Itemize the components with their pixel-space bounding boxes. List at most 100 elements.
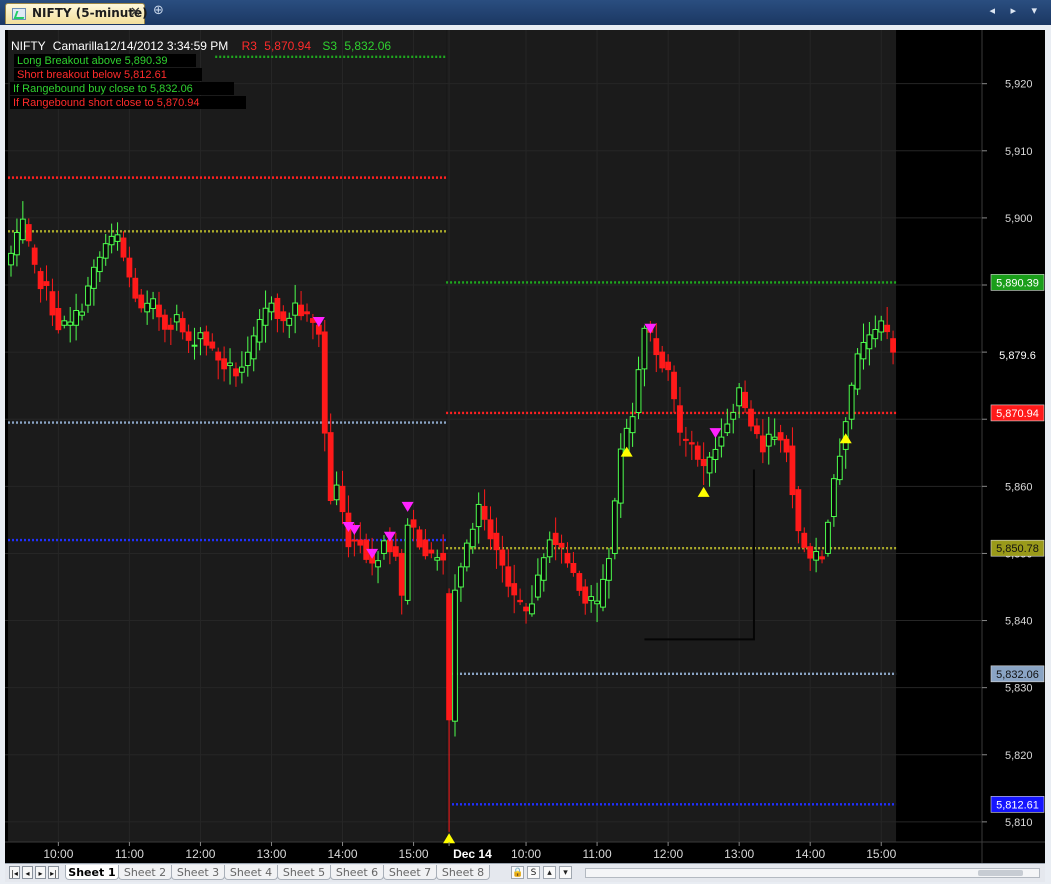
candle-body-38 — [233, 368, 239, 377]
candle-body-64 — [386, 539, 393, 553]
candle-body-81 — [487, 519, 494, 540]
candle-body-69 — [416, 529, 423, 548]
scrollbar-thumb[interactable] — [978, 870, 1023, 876]
sheet-tab-6[interactable]: Sheet 6 — [330, 865, 384, 880]
candle-body-55 — [333, 484, 340, 501]
legend-header: NIFTY Camarilla12/14/2012 3:34:59 PM R3 … — [11, 39, 391, 53]
x-tick-label-2: 12:00 — [185, 847, 215, 861]
candle-body-147 — [878, 320, 885, 333]
candle-body-23 — [144, 302, 151, 313]
tab-nifty-5min[interactable]: NIFTY (5-minute) ✕ — [5, 3, 148, 24]
scale-down-icon[interactable]: ▾ — [559, 866, 572, 879]
lock-icon[interactable]: 🔒 — [511, 866, 524, 879]
candlestick-chart[interactable]: 5,8105,8205,8305,8405,8505,8605,9005,910… — [5, 30, 1045, 863]
y-tick-label-9: 5,900 — [1005, 213, 1033, 225]
candle-body-129 — [771, 436, 778, 440]
candle-body-14 — [90, 266, 97, 289]
candle-body-132 — [789, 445, 796, 496]
candle-body-26 — [162, 314, 168, 330]
candle-body-130 — [777, 432, 784, 441]
last-sheet-button[interactable]: ▸| — [48, 866, 59, 879]
candle-body-59 — [357, 539, 364, 546]
candle-body-41 — [250, 335, 257, 360]
candle-body-33 — [203, 331, 210, 346]
legend-line-3: If Rangebound short close to 5,870.94 — [13, 97, 200, 109]
first-sheet-button[interactable]: |◂ — [9, 866, 20, 879]
candle-body-144 — [860, 341, 867, 360]
candle-body-145 — [866, 334, 873, 350]
candle-body-97 — [582, 586, 589, 604]
candle-body-126 — [754, 425, 760, 435]
document-tab-bar: NIFTY (5-minute) ✕ ⊕ ◂ ▸ ▾ — [0, 0, 1051, 25]
price-tag-label-0: 5,890.39 — [996, 277, 1039, 289]
candle-body-135 — [807, 546, 814, 559]
sheet-tab-1[interactable]: Sheet 1 — [65, 865, 119, 880]
candle-body-136 — [813, 551, 820, 561]
candle-body-134 — [801, 532, 808, 548]
sheet-tab-8[interactable]: Sheet 8 — [436, 865, 490, 880]
candle-body-99 — [594, 600, 600, 605]
sheet-tab-5[interactable]: Sheet 5 — [277, 865, 331, 880]
candle-body-149 — [890, 338, 896, 353]
x-tick-label-5: 15:00 — [399, 847, 429, 861]
legend-line-0: Long Breakout above 5,890.39 — [17, 55, 167, 67]
candle-body-13 — [85, 285, 91, 306]
sheet-tab-3[interactable]: Sheet 3 — [171, 865, 225, 880]
candle-body-3 — [25, 224, 32, 242]
candle-body-10 — [67, 321, 74, 326]
candle-body-37 — [227, 362, 233, 367]
candle-body-66 — [398, 552, 405, 596]
candle-body-89 — [534, 574, 541, 598]
candle-body-123 — [736, 387, 743, 407]
scale-up-icon[interactable]: ▴ — [543, 866, 556, 879]
candle-body-76 — [458, 566, 464, 588]
candle-body-49 — [298, 304, 304, 317]
candle-body-98 — [588, 596, 595, 601]
x-tick-label-11: 14:00 — [795, 847, 825, 861]
candle-body-0 — [8, 252, 14, 266]
candle-body-2 — [19, 218, 26, 241]
candle-body-68 — [410, 519, 417, 528]
candle-body-111 — [665, 361, 672, 371]
new-tab-icon[interactable]: ⊕ — [153, 3, 164, 18]
next-sheet-button[interactable]: ▸ — [35, 866, 46, 879]
candle-body-131 — [783, 438, 790, 453]
candle-body-1 — [14, 232, 20, 256]
y-tick-label-2: 5,830 — [1005, 683, 1033, 695]
candle-body-27 — [167, 324, 174, 330]
candle-body-6 — [43, 281, 50, 286]
candle-body-72 — [434, 557, 441, 561]
sheet-tab-4[interactable]: Sheet 4 — [224, 865, 278, 880]
candle-body-143 — [854, 353, 861, 390]
candle-body-67 — [404, 524, 411, 601]
candle-body-128 — [765, 433, 772, 447]
y-tick-label-5: 5,860 — [1005, 481, 1033, 493]
tab-nav-arrows-icon[interactable]: ◂ ▸ ▾ — [989, 4, 1043, 17]
candle-body-12 — [79, 311, 85, 316]
candle-body-32 — [197, 332, 204, 340]
candle-body-31 — [191, 344, 198, 347]
candle-body-139 — [830, 478, 837, 518]
candle-body-88 — [529, 603, 535, 615]
candle-body-93 — [558, 542, 565, 548]
candle-body-43 — [262, 307, 269, 326]
scale-s-icon[interactable]: S — [527, 866, 540, 879]
candle-body-102 — [611, 500, 618, 554]
x-tick-label-10: 13:00 — [724, 847, 754, 861]
session-band-1 — [446, 30, 897, 842]
close-tab-icon[interactable]: ✕ — [130, 5, 141, 20]
candle-body-80 — [481, 505, 488, 520]
candle-body-35 — [215, 351, 222, 361]
candle-body-94 — [564, 552, 571, 564]
legend-r3-value: 5,870.94 — [264, 39, 311, 53]
candle-body-109 — [653, 338, 660, 356]
horizontal-scrollbar[interactable] — [585, 868, 1040, 878]
candle-body-62 — [375, 560, 381, 568]
sheet-tab-2[interactable]: Sheet 2 — [118, 865, 172, 880]
candle-body-30 — [185, 331, 192, 341]
candle-body-17 — [108, 235, 115, 246]
sheet-tab-7[interactable]: Sheet 7 — [383, 865, 437, 880]
candle-body-86 — [517, 599, 524, 603]
prev-sheet-button[interactable]: ◂ — [22, 866, 33, 879]
candle-body-140 — [836, 455, 843, 481]
